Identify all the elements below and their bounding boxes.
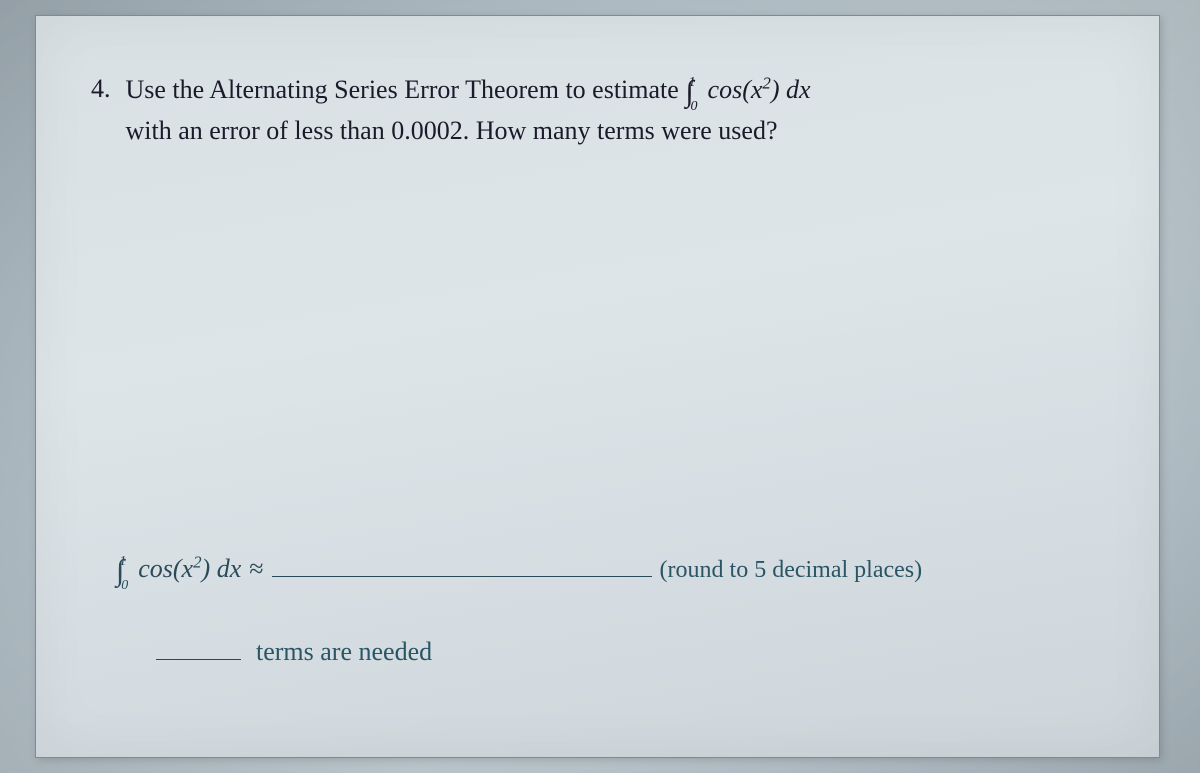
differential: dx (786, 75, 811, 104)
answer-integrand-cos: cos( (138, 554, 181, 583)
answer-integral-lower: 0 (121, 578, 128, 593)
question-text: Use the Alternating Series Error Theorem… (126, 71, 1100, 149)
answer-differential: dx (217, 554, 242, 583)
answer-section: ∫01cos(x2) dx ≈ (round to 5 decimal plac… (116, 550, 1079, 667)
integral-lower-bound: 0 (691, 99, 698, 114)
integral-expression: ∫01cos(x2) dx (685, 75, 810, 104)
answer-integrand-variable: x (182, 554, 194, 583)
answer-blank-terms[interactable] (156, 633, 241, 660)
answer-row-terms: terms are needed (156, 633, 1079, 667)
integrand-variable: x (751, 75, 763, 104)
worksheet-paper: 4. Use the Alternating Series Error Theo… (35, 15, 1160, 758)
answer-integral-upper: 1 (119, 554, 126, 569)
question-4: 4. Use the Alternating Series Error Theo… (91, 71, 1099, 149)
round-instruction: (round to 5 decimal places) (660, 557, 923, 584)
answer-blank-value[interactable] (272, 550, 652, 577)
integrand-close: ) (771, 75, 786, 104)
terms-label: terms are needed (256, 637, 432, 667)
answer-integrand-exponent: 2 (193, 552, 201, 571)
integrand-exponent: 2 (762, 73, 770, 92)
question-number: 4. (91, 71, 111, 149)
question-prompt-part1: Use the Alternating Series Error Theorem… (126, 75, 686, 104)
answer-integrand-close: ) (202, 554, 217, 583)
question-prompt-part2: with an error of less than 0.0002. How m… (126, 116, 778, 145)
integrand-cos: cos( (708, 75, 751, 104)
approx-symbol: ≈ (249, 554, 263, 584)
integral-upper-bound: 1 (689, 75, 696, 90)
answer-integral-expression: ∫01cos(x2) dx (116, 554, 241, 588)
answer-row-integral: ∫01cos(x2) dx ≈ (round to 5 decimal plac… (116, 550, 1079, 588)
